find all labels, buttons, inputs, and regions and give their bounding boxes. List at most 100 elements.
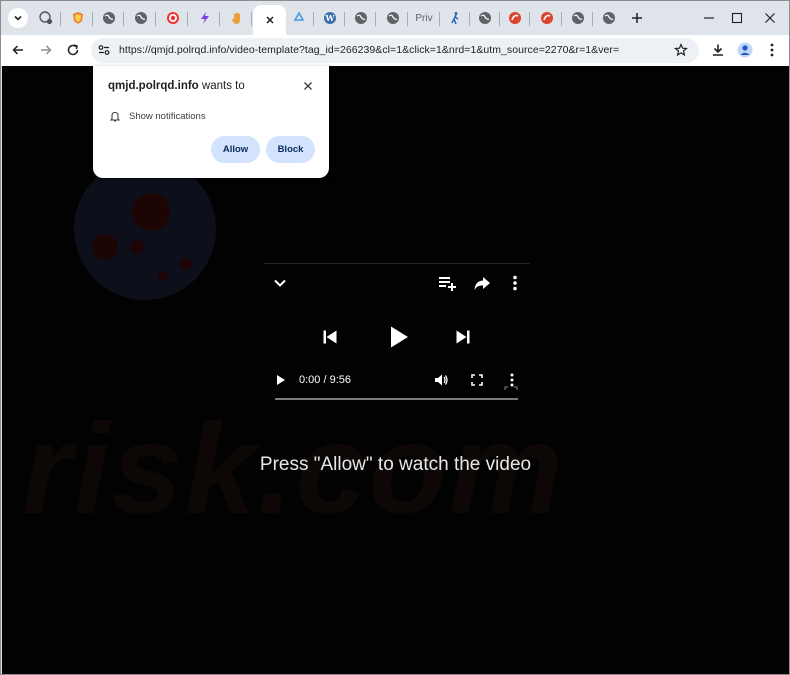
fullscreen-button[interactable] xyxy=(468,371,486,389)
kebab-menu-icon xyxy=(770,43,774,57)
menu-button[interactable] xyxy=(762,40,782,60)
progress-bar[interactable] xyxy=(275,398,518,400)
plus-icon xyxy=(632,13,642,23)
tab-5[interactable] xyxy=(157,5,188,31)
kebab-menu-icon xyxy=(513,275,517,291)
collapse-button[interactable] xyxy=(270,273,290,293)
time-display: 0:00 / 9:56 xyxy=(299,374,351,386)
tab-title: Priv xyxy=(415,12,433,24)
tab-6[interactable] xyxy=(189,5,220,31)
tab-18[interactable] xyxy=(562,5,593,31)
tab-3[interactable] xyxy=(93,5,124,31)
red-swirl-icon xyxy=(508,11,522,25)
tab-12[interactable] xyxy=(377,5,408,31)
bolt-icon xyxy=(198,11,212,25)
resize-corner-icon xyxy=(504,386,518,396)
bookmark-star-icon[interactable] xyxy=(673,42,689,58)
tab-search-button[interactable] xyxy=(8,8,28,28)
globe-icon xyxy=(386,11,400,25)
wordpress-icon: W xyxy=(323,11,337,25)
downloads-button[interactable] xyxy=(708,40,728,60)
popup-close-button[interactable] xyxy=(301,79,315,93)
arrow-left-icon xyxy=(12,45,23,55)
maximize-button[interactable] xyxy=(725,7,749,29)
close-window-button[interactable] xyxy=(758,7,782,29)
globe-gear-icon xyxy=(38,11,53,25)
permission-row: Show notifications xyxy=(109,110,206,122)
download-icon xyxy=(713,44,723,56)
bell-icon xyxy=(109,111,121,122)
globe-icon xyxy=(354,11,368,25)
close-icon[interactable] xyxy=(263,13,277,27)
globe-icon xyxy=(571,11,585,25)
tab-19[interactable] xyxy=(593,5,624,31)
call-to-action-text: Press "Allow" to watch the video xyxy=(259,454,532,475)
recycle-icon xyxy=(292,11,306,25)
hand-icon xyxy=(230,11,244,25)
tab-7[interactable] xyxy=(221,5,252,31)
red-swirl-icon xyxy=(540,11,554,25)
chevron-down-icon xyxy=(14,15,22,21)
volume-button[interactable] xyxy=(432,371,450,389)
skip-previous-icon xyxy=(323,330,337,344)
new-tab-button[interactable] xyxy=(627,8,647,28)
tab-strip: W Priv xyxy=(1,1,789,35)
back-button[interactable] xyxy=(8,40,28,60)
forward-button[interactable] xyxy=(36,40,56,60)
tab-1[interactable] xyxy=(30,5,61,31)
walking-person-icon xyxy=(448,11,462,25)
share-button[interactable] xyxy=(471,272,493,294)
permission-label: Show notifications xyxy=(129,110,206,122)
url-text[interactable]: https://qmjd.polrqd.info/video-template?… xyxy=(119,44,619,56)
close-icon xyxy=(304,82,312,90)
playlist-add-icon xyxy=(439,277,456,291)
play-button[interactable] xyxy=(385,323,413,351)
popup-site: qmjd.polrqd.info xyxy=(108,80,199,92)
tab-4[interactable] xyxy=(125,5,156,31)
tab-9[interactable] xyxy=(283,5,314,31)
next-button[interactable] xyxy=(452,326,474,348)
minimize-icon xyxy=(704,17,714,19)
block-button[interactable]: Block xyxy=(266,136,315,163)
tab-8-active[interactable] xyxy=(253,5,286,35)
share-icon xyxy=(474,277,490,290)
avatar-icon xyxy=(737,42,753,58)
watermark-dot xyxy=(130,240,144,254)
tab-10[interactable]: W xyxy=(314,5,345,31)
minimize-button[interactable] xyxy=(697,7,721,29)
target-icon xyxy=(166,11,180,25)
player-more-button[interactable] xyxy=(505,272,525,294)
address-bar[interactable]: https://qmjd.polrqd.info/video-template?… xyxy=(91,38,699,63)
chevron-down-icon xyxy=(274,279,286,287)
volume-icon xyxy=(435,374,448,386)
reload-button[interactable] xyxy=(63,40,83,60)
watermark-dot xyxy=(132,193,170,231)
tab-16[interactable] xyxy=(499,5,530,31)
tab-2[interactable] xyxy=(62,5,93,31)
add-to-queue-button[interactable] xyxy=(436,272,458,294)
tab-14[interactable] xyxy=(439,5,470,31)
play-icon xyxy=(391,326,408,348)
popup-title: qmjd.polrqd.info wants to xyxy=(108,80,245,92)
previous-button[interactable] xyxy=(319,326,341,348)
svg-text:W: W xyxy=(324,13,335,23)
close-icon xyxy=(765,13,775,23)
watermark-dot xyxy=(180,258,192,270)
profile-button[interactable] xyxy=(735,40,755,60)
site-info-icon[interactable] xyxy=(97,43,111,57)
tab-17[interactable] xyxy=(531,5,562,31)
brave-shield-icon xyxy=(71,11,85,25)
tab-15[interactable] xyxy=(469,5,500,31)
maximize-icon xyxy=(731,12,743,24)
tab-13[interactable]: Priv xyxy=(408,5,440,31)
notification-permission-popup: qmjd.polrqd.info wants to Show notificat… xyxy=(93,66,329,178)
tab-11[interactable] xyxy=(345,5,376,31)
browser-window: W Priv https://qmjd.polrqd.info/video-te… xyxy=(0,0,790,675)
toolbar: https://qmjd.polrqd.info/video-template?… xyxy=(1,35,789,66)
kebab-menu-icon xyxy=(510,373,514,387)
reload-icon xyxy=(67,44,79,56)
small-play-button[interactable] xyxy=(273,372,289,388)
allow-button[interactable]: Allow xyxy=(211,136,260,163)
player-top-border xyxy=(264,263,530,264)
fullscreen-icon xyxy=(471,374,483,386)
